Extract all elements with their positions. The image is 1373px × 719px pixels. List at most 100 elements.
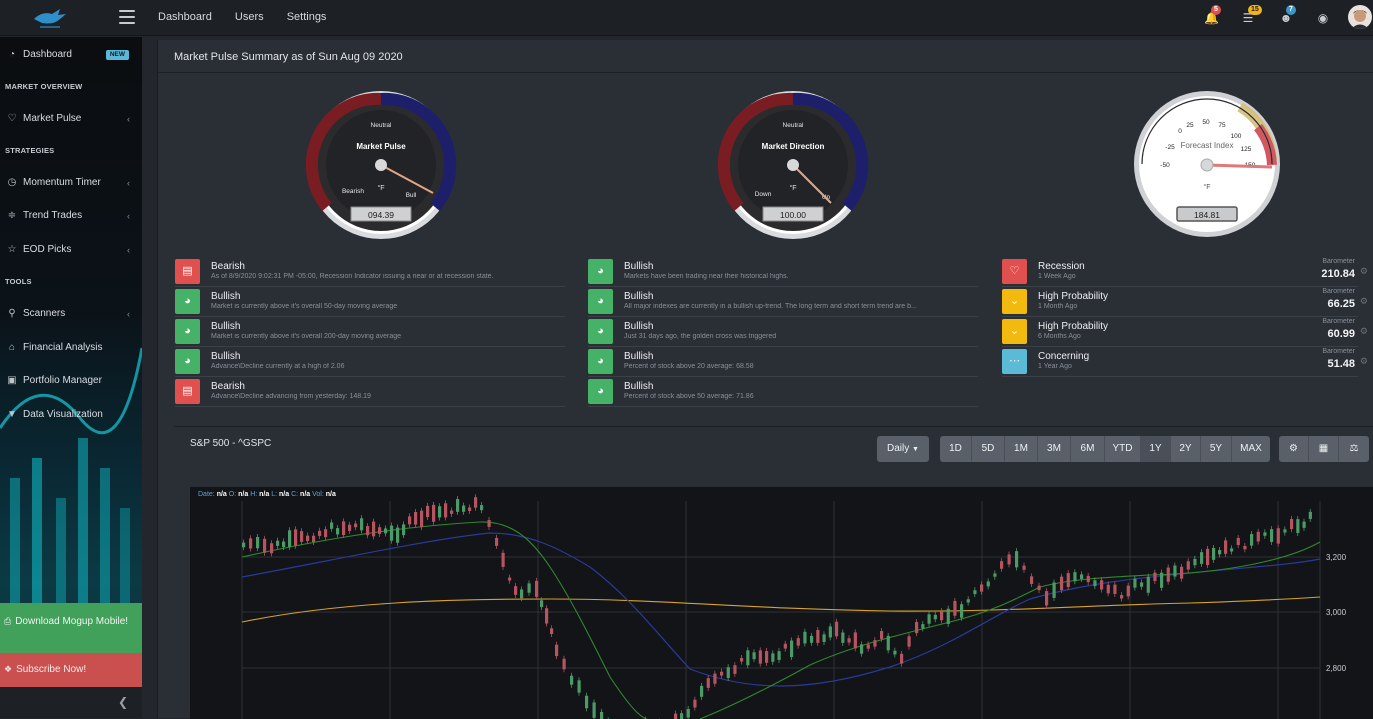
signal-row[interactable]: ⌄ High Probability 6 Months Ago Barometer 60…	[1002, 317, 1368, 347]
signal-subtitle: Market is currently above it's overall 5…	[211, 303, 398, 310]
candle-body	[933, 614, 937, 620]
interval-label: Daily	[887, 443, 910, 454]
signal-subtitle: Just 31 days ago, the golden cross was t…	[624, 333, 777, 340]
row-menu-icon[interactable]: ⚙	[1360, 326, 1368, 337]
signal-row[interactable]: ▤ Bearish Advance\Decline advancing from y…	[175, 377, 565, 407]
section-strategies: STRATEGIES	[5, 146, 55, 155]
range-button-2y[interactable]: 2Y	[1171, 436, 1201, 462]
signal-row[interactable]: ◕ Bullish Advance\Decline currently at a h…	[175, 347, 565, 377]
signal-row[interactable]: ⌄ High Probability 1 Month Ago Barometer 66.…	[1002, 287, 1368, 317]
range-button-6m[interactable]: 6M	[1071, 436, 1105, 462]
row-menu-icon[interactable]: ⚙	[1360, 296, 1368, 307]
nav-users[interactable]: Users	[235, 11, 264, 23]
signal-icon-box: ◕	[588, 259, 613, 284]
candle-body	[796, 638, 800, 646]
ma-20-line	[241, 521, 1321, 719]
barometer-value: 66.25	[1327, 298, 1355, 310]
candle-body	[1243, 545, 1247, 550]
range-button-3m[interactable]: 3M	[1038, 436, 1071, 462]
sidebar-item-label: Momentum Timer	[23, 177, 101, 188]
candle-body	[1060, 576, 1064, 591]
sidebar-collapse-button[interactable]: ❮	[0, 687, 142, 718]
candlestick-plot[interactable]: Date: n/a O: n/a H: n/a L: n/a C: n/a Vo…	[190, 487, 1373, 719]
gauge-readout: 100.00	[780, 210, 806, 220]
signal-row[interactable]: ◕ Bullish Just 31 days ago, the golden cro…	[588, 317, 978, 347]
candle-body	[562, 658, 566, 670]
nav-settings[interactable]: Settings	[287, 11, 327, 23]
candle-body	[312, 535, 316, 543]
thumbs-down-icon: ♡	[1009, 265, 1020, 277]
signal-row[interactable]: ♡ Recession 1 Week Ago Barometer 210.84 ⚙	[1002, 257, 1368, 287]
sidebar-item-scanners[interactable]: ⚲ Scanners ‹	[0, 303, 142, 325]
candle-body	[318, 530, 322, 536]
range-button-1m[interactable]: 1M	[1005, 436, 1038, 462]
sidebar-item-data-visualization[interactable]: ▼ Data Visualization	[0, 404, 142, 426]
candle-body	[570, 675, 574, 685]
candle-body	[432, 504, 436, 522]
sidebar-item-portfolio-manager[interactable]: ▣ Portfolio Manager	[0, 370, 142, 392]
candle-body	[288, 530, 292, 547]
sidebar-item-momentum-timer[interactable]: ◷ Momentum Timer ‹	[0, 172, 142, 194]
chevron-left-icon: ‹	[127, 309, 130, 319]
sidebar-item-financial-analysis[interactable]: ⌂ Financial Analysis	[0, 337, 142, 359]
candle-body	[803, 631, 807, 644]
range-button-ytd[interactable]: YTD	[1105, 436, 1141, 462]
signal-title: High Probability	[1038, 321, 1109, 332]
bell-icon[interactable]: 🔔 5	[1204, 5, 1221, 25]
download-mobile-button[interactable]: ⎙ Download Mogup Mobile!	[0, 603, 142, 653]
row-menu-icon[interactable]: ⚙	[1360, 266, 1368, 277]
signal-row[interactable]: ⋯ Concerning 1 Year Ago Barometer 51.48 ⚙	[1002, 347, 1368, 377]
signal-row[interactable]: ◕ Bullish All major indexes are currently …	[588, 287, 978, 317]
signal-row[interactable]: ◕ Bullish Percent of stock above 20 averag…	[588, 347, 978, 377]
barometer-label: Barometer	[1322, 348, 1355, 355]
signal-title: Bearish	[211, 261, 245, 272]
range-button-5d[interactable]: 5D	[972, 436, 1005, 462]
range-button-5y[interactable]: 5Y	[1201, 436, 1232, 462]
sidebar-item-label: Trend Trades	[23, 210, 83, 221]
signal-row[interactable]: ◕ Bullish Market is currently above it's o…	[175, 317, 565, 347]
signal-icon-box: ◕	[175, 349, 200, 374]
stopwatch-icon: ◷	[7, 177, 17, 188]
comment-icon: ▤	[182, 385, 193, 397]
sidebar-item-trend-trades[interactable]: ≑ Trend Trades ‹	[0, 205, 142, 227]
sidebar-item-dashboard[interactable]: ◔ Dashboard NEW	[0, 44, 142, 66]
sidebar-item-label: Market Pulse	[23, 113, 82, 124]
interval-dropdown[interactable]: Daily ▼	[877, 436, 929, 462]
user-photo-icon	[1351, 10, 1369, 29]
candle-body	[1230, 548, 1234, 552]
sidebar-item-market-pulse[interactable]: ♡ Market Pulse ‹	[0, 108, 142, 130]
candle-body	[940, 611, 944, 621]
candle-body	[402, 524, 406, 536]
candle-body	[816, 629, 820, 643]
nav-dashboard[interactable]: Dashboard	[158, 11, 212, 23]
sidebar-item-label: Scanners	[23, 308, 66, 319]
candle-body	[1120, 595, 1124, 599]
candle-body	[474, 497, 478, 508]
candle-body	[1106, 584, 1110, 594]
menu-toggle-icon[interactable]	[119, 10, 135, 24]
range-button-max[interactable]: MAX	[1232, 436, 1270, 462]
bull-logo-icon[interactable]	[30, 5, 70, 31]
signal-row[interactable]: ◕ Bullish Market is currently above it's o…	[175, 287, 565, 317]
chart-compare-button[interactable]: ⚖	[1339, 436, 1369, 462]
range-button-1y[interactable]: 1Y	[1141, 436, 1171, 462]
users-icon[interactable]: ☻ 7	[1279, 5, 1296, 25]
signal-row[interactable]: ◕ Bullish Percent of stock above 50 averag…	[588, 377, 978, 407]
subscribe-button[interactable]: ❖ Subscribe Now!	[0, 653, 142, 687]
avatar[interactable]	[1348, 5, 1372, 29]
signal-row[interactable]: ◕ Bullish Markets have been trading near t…	[588, 257, 978, 287]
candle-body	[886, 635, 890, 651]
candle-body	[535, 580, 539, 597]
list-icon[interactable]: ☰ 15	[1241, 5, 1262, 25]
location-pin-icon[interactable]: ◉	[1316, 11, 1330, 25]
sidebar-item-eod-picks[interactable]: ☆ EOD Picks ‹	[0, 239, 142, 261]
sidebar: ◔ Dashboard NEW MARKET OVERVIEW ♡ Market…	[0, 37, 142, 718]
signals-middle-list: ◕ Bullish Markets have been trading near t…	[588, 257, 978, 407]
signal-title: Bullish	[624, 381, 654, 392]
candle-body	[758, 650, 762, 664]
chart-calculator-button[interactable]: ▦	[1309, 436, 1339, 462]
signal-row[interactable]: ▤ Bearish As of 8/9/2020 9:02:31 PM -05:00…	[175, 257, 565, 287]
chart-settings-button[interactable]: ⚙	[1279, 436, 1309, 462]
range-button-1d[interactable]: 1D	[940, 436, 972, 462]
row-menu-icon[interactable]: ⚙	[1360, 356, 1368, 367]
